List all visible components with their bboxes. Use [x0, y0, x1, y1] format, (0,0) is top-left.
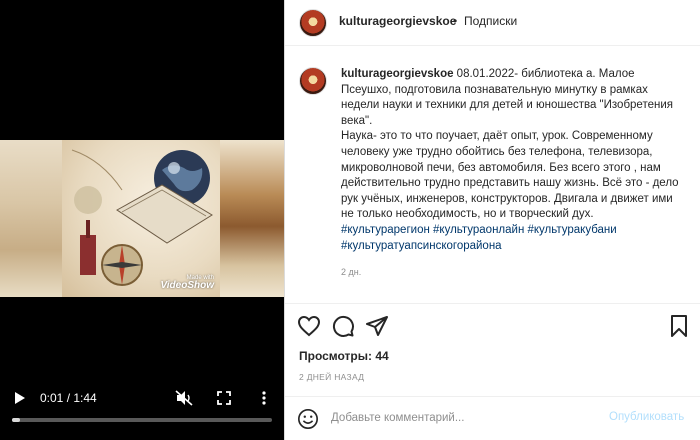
save-button[interactable]	[667, 314, 691, 338]
bookmark-icon	[671, 315, 687, 337]
following-button[interactable]: Подписки	[464, 14, 517, 28]
fullscreen-icon	[217, 391, 231, 405]
more-vertical-icon	[262, 391, 266, 405]
comment-input[interactable]	[331, 409, 601, 427]
fullscreen-button[interactable]	[214, 388, 234, 408]
views-count: Просмотры: 44	[299, 349, 389, 363]
more-options-button[interactable]	[254, 388, 274, 408]
avatar[interactable]	[299, 9, 327, 37]
emoji-button[interactable]	[297, 408, 319, 430]
publish-button[interactable]: Опубликовать	[609, 411, 684, 423]
play-button[interactable]	[10, 388, 30, 408]
post-details-pane: kulturageorgievskoe • Подписки kulturage…	[284, 0, 700, 440]
video-frame[interactable]: Made with VideoShow	[0, 140, 284, 297]
header-username[interactable]: kulturageorgievskoe	[339, 14, 456, 28]
video-frame-right-slide	[220, 140, 284, 297]
send-icon	[366, 316, 388, 336]
comment-button[interactable]	[331, 314, 355, 338]
video-frame-center-image	[62, 140, 220, 297]
caption-time-ago: 2 дн.	[341, 267, 362, 278]
share-button[interactable]	[365, 314, 389, 338]
caption-username[interactable]: kulturageorgievskoe	[341, 68, 453, 80]
caption-block: kulturageorgievskoe 08.01.2022- библиоте…	[285, 47, 700, 307]
post-actions: Просмотры: 44 2 ДНЕЙ НАЗАД Опубликовать	[285, 303, 700, 437]
mute-icon	[175, 390, 193, 406]
video-time: 0:01 / 1:44	[40, 391, 97, 405]
caption-text-2: Наука- это то что поучает, даёт опыт, ур…	[341, 130, 679, 221]
video-frame-left-slide	[0, 140, 62, 297]
video-watermark: Made with VideoShow	[160, 275, 214, 291]
comment-icon	[332, 315, 354, 337]
post-header: kulturageorgievskoe • Подписки	[285, 0, 700, 46]
play-icon	[15, 392, 25, 404]
like-button[interactable]	[297, 314, 321, 338]
header-separator: •	[453, 14, 458, 28]
mute-button[interactable]	[174, 388, 194, 408]
collage-illustration	[71, 149, 213, 286]
video-progress-bar[interactable]	[12, 418, 272, 422]
video-progress-fill	[12, 418, 20, 422]
emoji-icon	[298, 409, 318, 429]
comment-form: Опубликовать	[285, 396, 700, 438]
caption-hashtags-2[interactable]: #культуратуапсинскогорайона	[341, 239, 687, 255]
watermark-line2: VideoShow	[160, 280, 214, 291]
caption-avatar[interactable]	[299, 67, 327, 95]
video-player[interactable]: Made with VideoShow 0:01 / 1:44	[0, 0, 284, 440]
post-timestamp[interactable]: 2 ДНЕЙ НАЗАД	[299, 372, 364, 382]
caption-hashtags-1[interactable]: #культурарегион #культураонлайн #культур…	[341, 223, 687, 239]
post-caption: kulturageorgievskoe 08.01.2022- библиоте…	[341, 67, 687, 281]
heart-icon	[297, 315, 321, 337]
